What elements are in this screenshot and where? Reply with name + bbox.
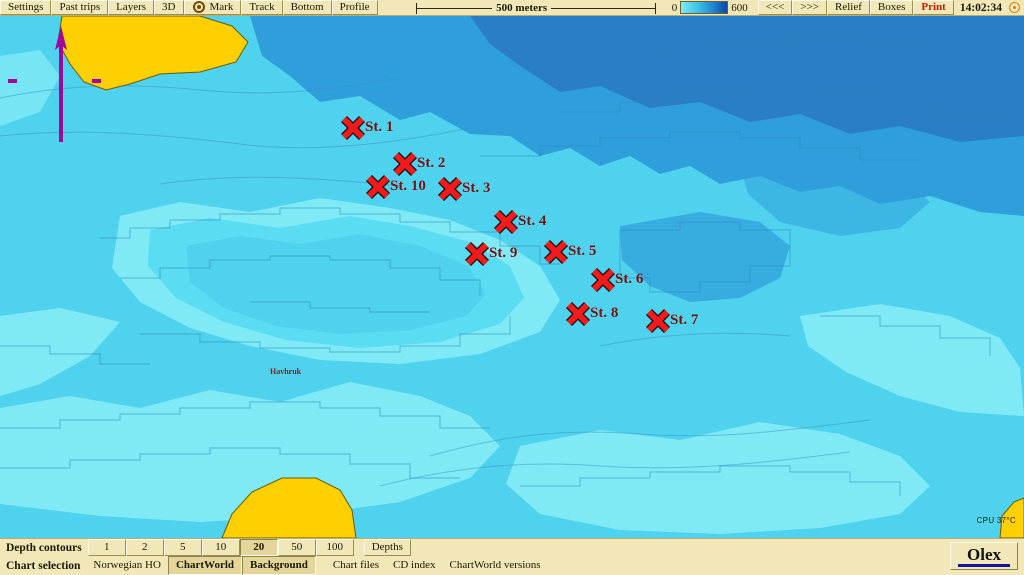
scale-bar-label: 500 meters [492,1,552,14]
bottom-button[interactable]: Bottom [282,0,332,15]
cross-icon [437,176,463,202]
relief-button[interactable]: Relief [826,0,870,15]
place-label: Havhruk [270,367,302,376]
olex-logo-underline [958,563,1010,567]
cross-icon [365,174,391,200]
chart-selection-chartworld[interactable]: ChartWorld [167,556,242,575]
chart-selection-chartworld-versions[interactable]: ChartWorld versions [443,556,548,575]
olex-chart-application: Settings Past trips Layers 3D Mark Track… [0,0,1024,575]
depth-contour-option-5[interactable]: 5 [163,539,202,556]
top-toolbar: Settings Past trips Layers 3D Mark Track… [0,0,1024,16]
depth-contour-option-50[interactable]: 50 [277,539,316,556]
chart-bathymetry: Havhruk [0,16,1024,538]
depth-contour-option-1[interactable]: 1 [87,539,126,556]
scale-bar-cap-left [415,3,417,14]
mark-target-icon [192,1,205,13]
scale-bar: 500 meters [378,0,666,15]
station-label: St. 9 [489,245,518,261]
chart-canvas[interactable]: Havhruk St. 1 St. 2 St. 10 St. 3 St. 4 St. 9 S… [0,16,1024,538]
toolbar-spacer-1 [411,539,1024,556]
scale-bar-cap-right [654,3,656,14]
depth-color-gradient [680,1,729,14]
cross-icon [464,241,490,267]
print-button[interactable]: Print [913,0,954,15]
cross-icon [543,239,569,265]
chart-selection-toolbar: Chart selection Norwegian HO ChartWorld Ba… [0,556,1024,575]
settings-button[interactable]: Settings [0,0,52,15]
mark-button-label: Mark [209,1,234,13]
range-tick-left [8,79,17,83]
station-label: St. 5 [568,243,597,259]
depth-contour-option-2[interactable]: 2 [125,539,164,556]
olex-logo-text: Olex [967,544,1001,564]
cross-icon [565,301,591,327]
depth-scale-max-label: 600 [731,1,748,14]
mark-button[interactable]: Mark [183,0,242,15]
station-label: St. 8 [590,305,619,321]
station-label: St. 3 [462,180,491,196]
depth-contour-options: 1 2 5 10 20 50 100 [87,539,354,556]
cross-icon [392,151,418,177]
station-label: St. 1 [365,119,394,135]
depth-contour-option-10[interactable]: 10 [201,539,240,556]
depth-contours-toolbar: Depth contours 1 2 5 10 20 50 100 Depths [0,538,1024,556]
depth-contours-title: Depth contours [6,541,82,554]
layers-button[interactable]: Layers [108,0,155,15]
chart-selection-background[interactable]: Background [242,556,316,575]
depths-button[interactable]: Depths [363,539,411,556]
heading-vector [54,26,68,142]
station-label: St. 4 [518,213,547,229]
previous-button[interactable]: <<< [757,0,793,15]
cross-icon [493,209,519,235]
cpu-temperature: CPU 37°C [976,516,1016,525]
cross-icon [645,308,671,334]
chart-selection-options: Norwegian HO ChartWorld Background Chart fi… [86,556,547,575]
chart-selection-chart-files[interactable]: Chart files [326,556,386,575]
olex-logo: Olex [950,542,1018,570]
range-tick-right [92,79,101,83]
depth-contour-option-20[interactable]: 20 [239,539,278,556]
cross-icon [340,115,366,141]
past-trips-button[interactable]: Past trips [51,0,109,15]
depth-scale-min-label: 0 [671,1,678,14]
profile-button[interactable]: Profile [331,0,378,15]
station-label: St. 6 [615,271,644,287]
boxes-button[interactable]: Boxes [869,0,914,15]
3d-button[interactable]: 3D [154,0,184,15]
depth-contour-option-100[interactable]: 100 [315,539,354,556]
chart-selection-title: Chart selection [6,559,81,572]
station-label: St. 10 [390,178,426,194]
chart-selection-cd-index[interactable]: CD index [386,556,442,575]
chart-selection-norwegian-ho[interactable]: Norwegian HO [86,556,168,575]
clock: 14:02:34 [959,1,1002,14]
next-button[interactable]: >>> [792,0,827,15]
daylight-icon[interactable] [1009,2,1020,13]
station-label: St. 2 [417,155,446,171]
station-label: St. 7 [670,312,699,328]
cross-icon [590,267,616,293]
track-button[interactable]: Track [241,0,283,15]
